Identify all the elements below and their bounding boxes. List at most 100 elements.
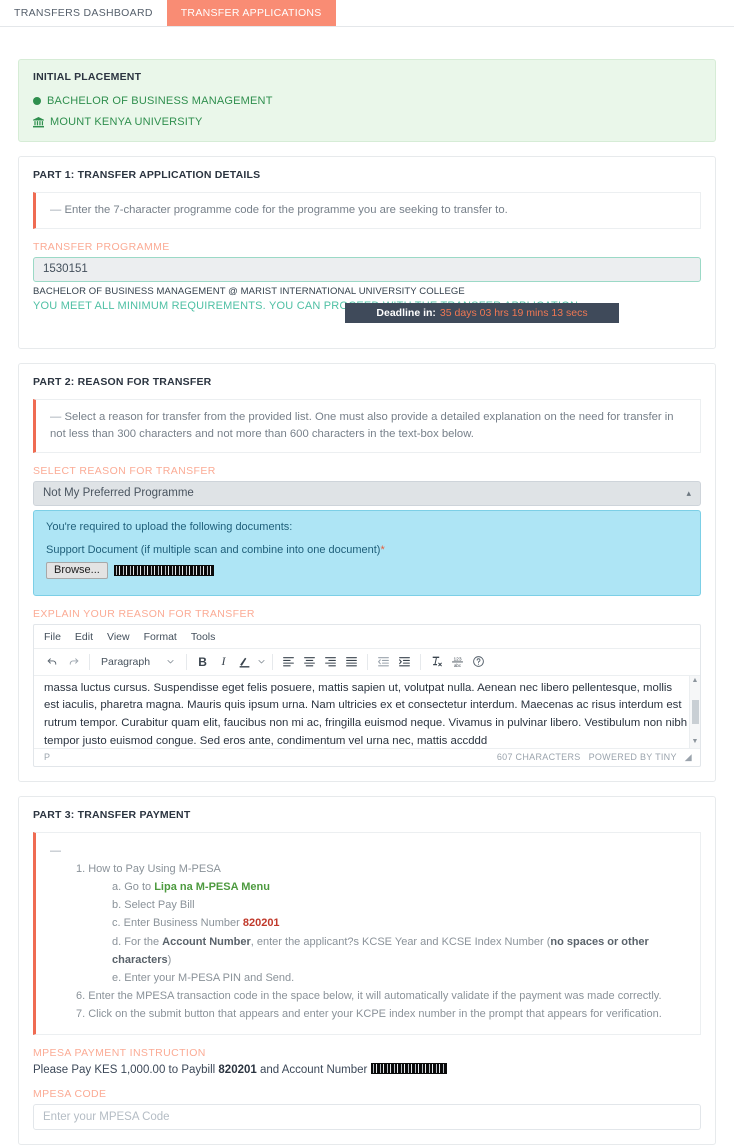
step-item: b. Select Pay Bill	[112, 899, 195, 912]
deadline-label: Deadline in:	[376, 306, 436, 319]
tab-transfer-applications[interactable]: TRANSFER APPLICATIONS	[166, 0, 336, 26]
mpesa-payment-instruction-text: Please Pay KES 1,000.00 to Paybill 82020…	[33, 1063, 701, 1076]
character-count: 607 CHARACTERS	[496, 752, 581, 763]
step-prefix: d. For the	[112, 935, 163, 948]
part2-hint-text: Select a reason for transfer from the pr…	[50, 410, 674, 440]
editor-content-text: massa luctus cursus. Suspendisse eget fe…	[44, 681, 688, 747]
step-item: c. Enter Business Number 820201	[112, 914, 688, 932]
editor-statusbar: P 607 CHARACTERS POWERED BY TINY ◢	[34, 747, 700, 766]
upload-requirements-panel: You're required to upload the following …	[33, 509, 701, 596]
chevron-up-icon: ▴	[686, 487, 691, 498]
step-item: 6. Enter the MPESA transaction code in t…	[76, 989, 662, 1002]
undo-icon[interactable]	[42, 652, 63, 672]
step-item: e. Enter your M-PESA PIN and Send.	[112, 971, 295, 984]
step-strong: Account Number	[162, 935, 251, 948]
toolbar-separator	[272, 653, 274, 670]
toolbar-separator	[420, 653, 422, 670]
scroll-down-arrow-icon[interactable]: ▼	[692, 737, 699, 748]
editor-menu-file[interactable]: File	[44, 631, 61, 643]
chevron-down-icon	[167, 660, 174, 664]
part1-hint-dash: —	[50, 204, 62, 216]
select-reason-for-transfer[interactable]: Not My Preferred Programme ▴	[33, 480, 701, 506]
mpesa-code-input[interactable]: Enter your MPESA Code	[33, 1104, 701, 1131]
circle-dot-icon	[33, 97, 41, 105]
payment-mid: and Account Number	[256, 1064, 371, 1077]
text-color-icon[interactable]	[234, 652, 255, 672]
editor-branding: POWERED BY TINY	[588, 752, 677, 763]
placement-institution-label: MOUNT KENYA UNIVERSITY	[50, 116, 203, 128]
part2-hint: — Select a reason for transfer from the …	[33, 398, 701, 453]
account-number-redacted	[370, 1063, 447, 1075]
indent-icon[interactable]	[394, 652, 415, 672]
editor-menu-format[interactable]: Format	[144, 631, 177, 643]
part3-instructions: — 1. How to Pay Using M-PESA a. Go to Li…	[33, 831, 701, 1036]
selected-file-name-redacted	[113, 564, 214, 576]
placement-institution-row: MOUNT KENYA UNIVERSITY	[33, 116, 701, 128]
tab-transfers-dashboard[interactable]: TRANSFERS DASHBOARD	[0, 0, 167, 26]
editor-element-path: P	[44, 752, 51, 763]
toolbar-separator	[367, 653, 369, 670]
part1-hint: — Enter the 7-character programme code f…	[33, 192, 701, 229]
step-item: 1. How to Pay Using M-PESA	[76, 862, 221, 875]
step-item: a. Go to Lipa na M-PESA Menu	[112, 878, 688, 896]
part1-card: PART 1: TRANSFER APPLICATION DETAILS — E…	[18, 156, 716, 349]
select-reason-label: SELECT REASON FOR TRANSFER	[33, 464, 216, 477]
editor-toolbar: Paragraph B I 123 abc	[34, 649, 700, 676]
editor-content-area[interactable]: massa luctus cursus. Suspendisse eget fe…	[34, 675, 700, 748]
rich-text-editor: File Edit View Format Tools Paragraph B …	[33, 623, 701, 767]
bank-icon	[33, 116, 44, 128]
align-right-icon[interactable]	[320, 652, 341, 672]
part3-hint-dash: —	[50, 844, 61, 857]
transfer-programme-input[interactable]: 1530151	[33, 256, 701, 282]
step-suffix: , enter the applicant?s KCSE Year and KC…	[250, 935, 551, 948]
deadline-countdown: 35 days 03 hrs 19 mins 13 secs	[439, 306, 588, 319]
deadline-banner: Deadline in: 35 days 03 hrs 19 mins 13 s…	[345, 302, 619, 323]
toolbar-separator	[89, 653, 90, 670]
deadline-wrapper: Deadline in: 35 days 03 hrs 19 mins 13 s…	[33, 302, 701, 334]
step-strong: 820201	[242, 917, 280, 930]
initial-placement-title: INITIAL PLACEMENT	[33, 71, 142, 83]
resize-handle-icon[interactable]: ◢	[685, 752, 692, 763]
align-center-icon[interactable]	[299, 652, 320, 672]
svg-text:abc: abc	[454, 663, 462, 668]
editor-menu-tools[interactable]: Tools	[191, 631, 216, 643]
file-upload-row: Browse...	[46, 561, 688, 579]
bold-icon[interactable]: B	[192, 652, 213, 672]
align-left-icon[interactable]	[278, 652, 299, 672]
align-justify-icon[interactable]	[341, 652, 362, 672]
part2-card: PART 2: REASON FOR TRANSFER — Select a r…	[18, 362, 716, 782]
italic-icon[interactable]: I	[213, 652, 234, 672]
scroll-thumb[interactable]	[692, 699, 699, 724]
resolved-programme-text: BACHELOR OF BUSINESS MANAGEMENT @ MARIST…	[33, 285, 465, 297]
text-color-chevron-icon[interactable]	[255, 652, 267, 672]
step-item: 7. Click on the submit button that appea…	[76, 1008, 662, 1021]
format-select-value: Paragraph	[101, 655, 151, 668]
scroll-up-arrow-icon[interactable]: ▲	[692, 676, 699, 687]
redo-icon[interactable]	[63, 652, 84, 672]
step-suffix-2: )	[167, 953, 172, 966]
outdent-icon[interactable]	[373, 652, 394, 672]
help-icon[interactable]	[468, 652, 489, 672]
browse-file-button[interactable]: Browse...	[46, 561, 108, 579]
step-strong: Lipa na M-PESA Menu	[154, 881, 270, 894]
word-count-icon[interactable]: 123 abc	[447, 652, 468, 672]
placement-programme-label: BACHELOR OF BUSINESS MANAGEMENT	[47, 95, 273, 107]
mpesa-code-placeholder: Enter your MPESA Code	[43, 1111, 170, 1124]
mpesa-code-label: MPESA CODE	[33, 1088, 107, 1101]
upload-document-text: Support Document (if multiple scan and c…	[46, 543, 381, 556]
toolbar-separator	[186, 653, 188, 670]
step-prefix: c. Enter Business Number	[112, 917, 243, 930]
format-select[interactable]: Paragraph	[95, 652, 181, 672]
editor-menu-edit[interactable]: Edit	[75, 631, 93, 643]
editor-menu-view[interactable]: View	[107, 631, 130, 643]
tab-bar: TRANSFERS DASHBOARD TRANSFER APPLICATION…	[0, 0, 734, 27]
upload-document-label: Support Document (if multiple scan and c…	[46, 544, 688, 556]
transfer-programme-value: 1530151	[43, 263, 88, 276]
mpesa-payment-instruction-label: MPESA PAYMENT INSTRUCTION	[33, 1047, 206, 1060]
required-marker: *	[380, 543, 385, 556]
editor-scrollbar[interactable]: ▲ ▼	[689, 675, 700, 748]
editor-menubar: File Edit View Format Tools	[34, 625, 700, 649]
clear-formatting-icon[interactable]	[426, 652, 447, 672]
